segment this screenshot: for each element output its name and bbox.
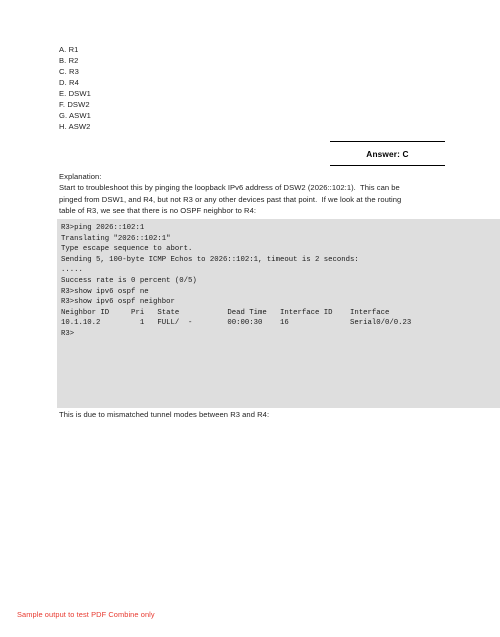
console-line: R3>ping 2026::102:1 [61, 224, 145, 232]
console-prompt: R3> [61, 329, 75, 338]
closing-line: This is due to mismatched tunnel modes b… [59, 410, 270, 419]
console-table-header: Neighbor ID Pri State Dead Time Interfac… [61, 308, 390, 317]
footer-watermark: Sample output to test PDF Combine only [17, 610, 155, 619]
console-line: Sending 5, 100-byte ICMP Echos to 2026::… [61, 255, 359, 264]
explanation-line: table of R3, we see that there is no OSP… [59, 206, 257, 216]
choice-option-a: A. R1 [59, 45, 79, 54]
answer-choices-list: A. R1 B. R2 C. R3 D. R4 E. DSW1 F. DSW2 … [59, 44, 359, 132]
document-page: A. R1 B. R2 C. R3 D. R4 E. DSW1 F. DSW2 … [0, 0, 500, 637]
console-line: R3>show ipv6 ospf ne [61, 287, 149, 296]
choice-option-b: B. R2 [59, 56, 79, 66]
explanation-line: Start to troubleshoot this by pinging th… [59, 183, 400, 193]
explanation-heading: Explanation: [59, 172, 102, 181]
answer-box: Answer: C [330, 141, 445, 166]
choice-option-e: E. DSW1 [59, 89, 91, 99]
choice-option-f: F. DSW2 [59, 100, 90, 110]
console-line: Success rate is 0 percent (0/5) [61, 276, 197, 285]
closing-section: This is due to mismatched tunnel modes b… [59, 409, 449, 420]
choice-option-c: C. R3 [59, 67, 79, 77]
console-output-block: R3>ping 2026::102:1 Translating "2026::1… [57, 219, 500, 408]
console-line: R3>show ipv6 ospf neighbor [61, 298, 175, 307]
console-line: Type escape sequence to abort. [61, 245, 193, 254]
console-table-row: 10.1.10.2 1 FULL/ - 00:00:30 16 Serial0/… [61, 319, 412, 328]
choice-option-d: D. R4 [59, 78, 79, 88]
explanation-section: Explanation: Start to troubleshoot this … [59, 171, 449, 217]
console-line: ..... [61, 266, 83, 275]
choice-option-h: H. ASW2 [59, 122, 91, 132]
explanation-line: pinged from DSW1, and R4, but not R3 or … [59, 194, 402, 204]
choice-option-g: G. ASW1 [59, 111, 91, 121]
answer-label: Answer: C [366, 149, 409, 159]
console-line: Translating "2026::102:1" [61, 234, 171, 243]
